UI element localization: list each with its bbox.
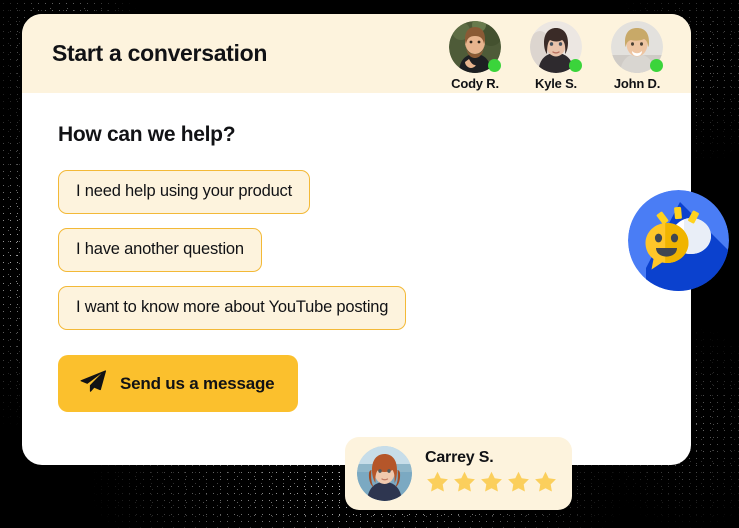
option-youtube-posting[interactable]: I want to know more about YouTube postin… [58,286,407,330]
agent-name: Kyle S. [535,75,577,91]
send-button-label: Send us a message [120,373,275,393]
reviewer-avatar [357,446,412,501]
avatar-wrapper [530,20,582,73]
online-status-dot [488,58,501,72]
star-icon [506,470,531,499]
review-info: Carrey S. [425,449,558,499]
agent-cody-r[interactable]: Cody R. [447,20,503,91]
customer-review-card: Carrey S. [345,437,572,510]
star-icon [479,470,504,499]
send-us-a-message-button[interactable]: Send us a message [58,355,299,412]
quick-reply-options: I need help using your product I have an… [58,170,661,330]
reviewer-name: Carrey S. [425,448,494,466]
agent-kyle-s[interactable]: Kyle S. [528,20,584,91]
online-status-dot [650,58,663,72]
paper-plane-icon [80,370,107,397]
option-need-help-using-product[interactable]: I need help using your product [58,170,310,214]
chat-bubbles-smiley-icon [628,190,729,291]
chat-widget-card: Start a conversation Cody R. Kyle S. Joh… [22,14,691,465]
agent-john-d[interactable]: John D. [609,20,665,91]
widget-body: How can we help? I need help using your … [22,93,691,412]
avatar-wrapper [611,20,663,73]
page-title: Start a conversation [52,40,268,66]
star-rating [425,470,558,499]
star-icon [452,470,477,499]
star-icon [425,470,450,499]
agent-avatar-group: Cody R. Kyle S. John D. [447,20,665,91]
help-prompt-title: How can we help? [58,123,236,146]
avatar-wrapper [449,20,501,73]
agent-name: John D. [613,75,661,91]
option-another-question[interactable]: I have another question [58,228,262,272]
online-status-dot [569,58,582,72]
star-icon [533,470,558,499]
widget-header: Start a conversation Cody R. Kyle S. Joh… [22,14,691,93]
agent-name: Cody R. [451,75,499,91]
